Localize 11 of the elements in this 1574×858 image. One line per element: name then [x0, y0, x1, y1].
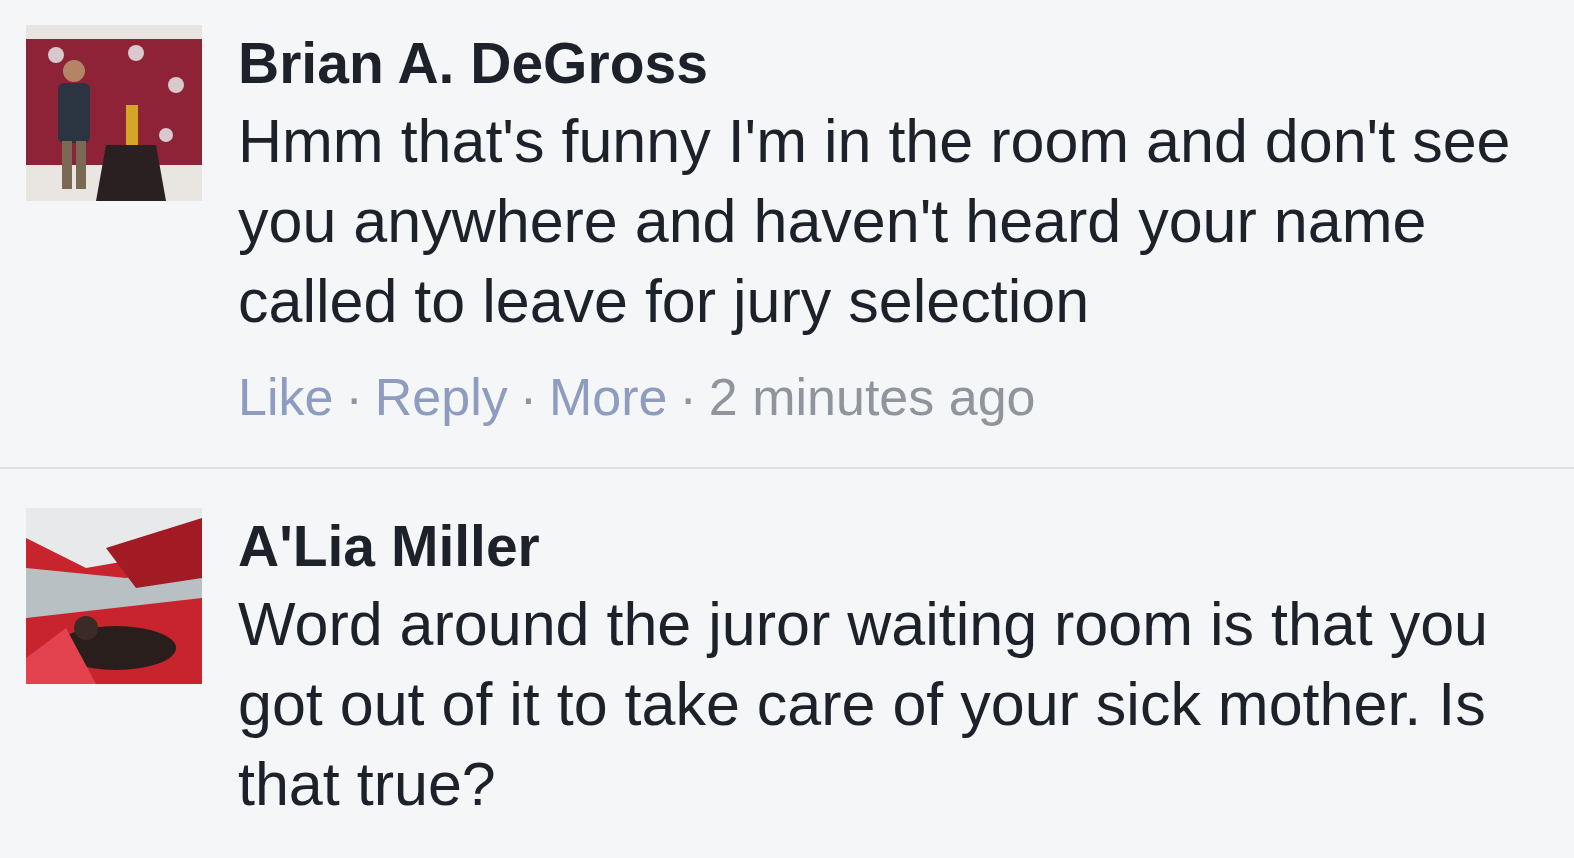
author-name[interactable]: Brian A. DeGross [238, 25, 1548, 101]
comment-text: Hmm that's funny I'm in the room and don't see you anywhere and haven't heard your name called to leave for jury selection [238, 106, 1512, 337]
separator-dot: · [519, 367, 537, 428]
timestamp: 2 minutes ago [708, 367, 1036, 428]
author-name[interactable]: A'Lia Miller [238, 508, 1548, 584]
comment-action-link[interactable]: More [549, 357, 668, 437]
comment-action-link[interactable]: Like [238, 357, 334, 437]
comment-text: Word around the juror waiting room is that you got out of it to take care of your sick mother. Is that true? [238, 589, 1489, 820]
separator-dot: · [679, 367, 697, 428]
comment-action-link[interactable]: Reply [374, 357, 508, 437]
separator-dot: · [345, 367, 363, 428]
